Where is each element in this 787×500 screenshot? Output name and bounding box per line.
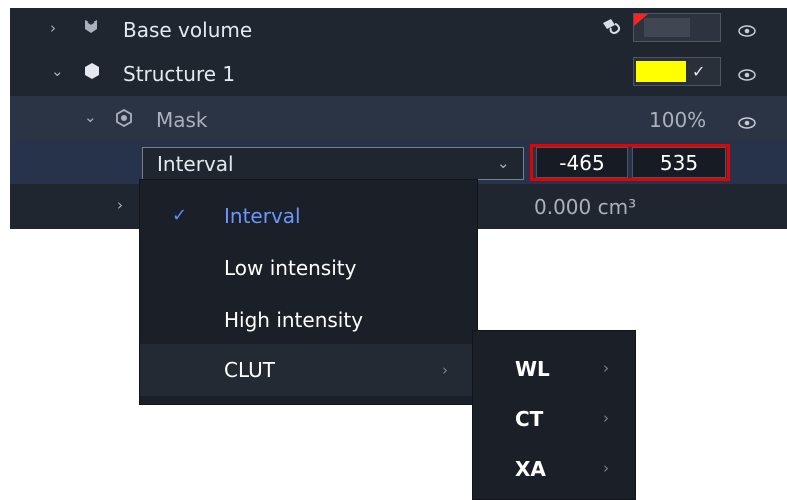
- layer-label: Mask: [156, 108, 208, 132]
- mask-opacity-percent[interactable]: 100%: [649, 108, 706, 132]
- eye-icon[interactable]: [738, 66, 756, 81]
- hexagon-icon: [84, 62, 100, 84]
- app-root: › Base volume ⌄ Structure 1 ✓ ⌄ Mask 100…: [0, 0, 787, 500]
- chevron-down-icon[interactable]: ⌄: [84, 107, 97, 127]
- chevron-right-icon: ›: [603, 409, 609, 427]
- layer-row-mask[interactable]: ⌄ Mask 100%: [10, 96, 787, 142]
- highlight-annotation: [530, 144, 730, 181]
- menu-item-interval[interactable]: ✓ Interval: [140, 190, 477, 240]
- threshold-mode-menu: ✓ Interval Low intensity High intensity …: [139, 179, 478, 405]
- check-icon: ✓: [692, 62, 706, 81]
- paint-drop-icon[interactable]: [599, 17, 625, 41]
- menu-item-label: Interval: [224, 204, 301, 228]
- mask-icon: [115, 108, 133, 131]
- submenu-item-xa[interactable]: XA ›: [473, 443, 635, 495]
- submenu-item-wl[interactable]: WL ›: [473, 343, 635, 395]
- structure-color-swatch[interactable]: ✓: [633, 57, 721, 86]
- chevron-right-icon[interactable]: ›: [50, 18, 56, 38]
- chevron-right-icon: ›: [442, 361, 448, 379]
- chevron-right-icon: ›: [603, 459, 609, 477]
- threshold-mode-value: Interval: [157, 152, 234, 176]
- chevron-right-icon[interactable]: ›: [117, 195, 123, 215]
- clut-submenu: WL › CT › XA ›: [472, 330, 636, 500]
- menu-item-label: Low intensity: [224, 256, 357, 280]
- menu-item-low-intensity[interactable]: Low intensity: [140, 242, 477, 292]
- menu-item-clut[interactable]: CLUT ›: [140, 344, 477, 396]
- cube-stack-icon: [82, 18, 100, 40]
- layer-label: Base volume: [123, 18, 253, 42]
- interval-row: Interval ⌄ -465 535: [10, 142, 787, 184]
- eye-icon[interactable]: [738, 114, 756, 129]
- submenu-item-label: CT: [515, 407, 544, 431]
- chevron-down-icon[interactable]: ⌄: [51, 61, 64, 81]
- layer-label: Structure 1: [123, 62, 236, 86]
- eye-icon[interactable]: [738, 22, 756, 37]
- submenu-item-ct[interactable]: CT ›: [473, 393, 635, 445]
- volume-value: 0.000 cm³: [534, 195, 637, 219]
- base-volume-color-swatch[interactable]: [633, 13, 721, 42]
- layer-row-base-volume[interactable]: › Base volume: [10, 8, 787, 47]
- layer-row-structure-1[interactable]: ⌄ Structure 1 ✓: [10, 52, 787, 91]
- submenu-item-label: XA: [515, 457, 546, 481]
- check-icon: ✓: [172, 205, 188, 226]
- submenu-item-label: WL: [515, 357, 550, 381]
- chevron-down-icon: ⌄: [497, 154, 510, 172]
- chevron-right-icon: ›: [603, 359, 609, 377]
- threshold-mode-select[interactable]: Interval ⌄: [142, 147, 524, 180]
- menu-item-label: CLUT: [224, 358, 275, 382]
- menu-item-label: High intensity: [224, 308, 364, 332]
- menu-item-high-intensity[interactable]: High intensity: [140, 294, 477, 344]
